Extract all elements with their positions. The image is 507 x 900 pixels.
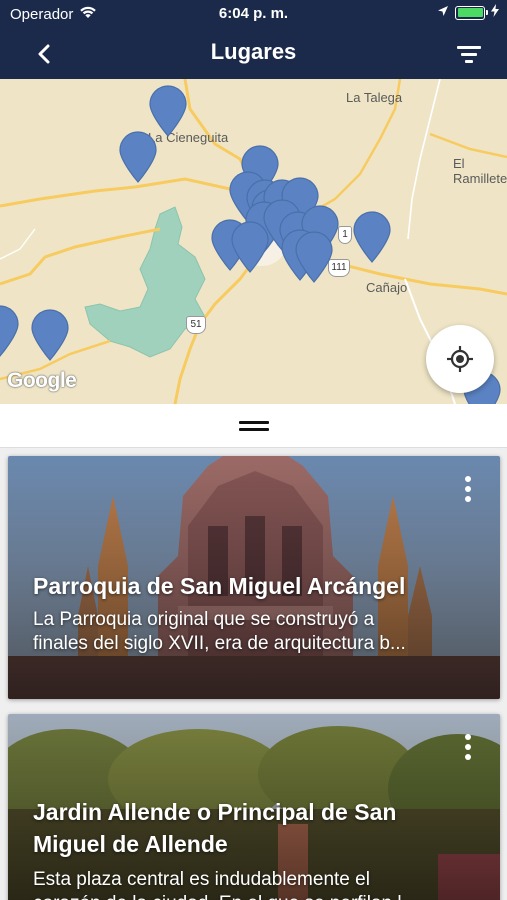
card-menu-button[interactable] [458,732,478,762]
filter-lines-icon [457,46,481,63]
drag-handle-icon[interactable] [238,420,269,431]
more-vertical-icon [465,734,471,740]
place-title-line1: Jardin Allende o Principal de San [33,799,397,825]
card-menu-button[interactable] [458,474,478,504]
navigation-bar: Lugares [0,28,507,79]
route-shield-1: 1 [338,226,352,244]
place-card[interactable]: Parroquia de San Miguel Arcángel La Parr… [8,456,500,699]
charging-bolt-icon [491,4,499,21]
map-label-canajo: Cañajo [366,280,408,295]
location-arrow-icon [437,4,449,21]
status-time: 6:04 p. m. [218,5,289,22]
map-pin-icon[interactable] [30,309,70,361]
map-label-la-talega: La Talega [346,90,403,105]
google-attribution: Google [7,369,77,392]
map-pin-icon[interactable] [0,305,20,357]
places-list[interactable]: Parroquia de San Miguel Arcángel La Parr… [0,448,507,900]
back-button[interactable] [28,38,60,70]
more-vertical-icon [465,476,471,482]
place-description-line2: corazón de la ciudad. En el que se perfi… [33,892,450,900]
crosshair-locate-icon [447,346,473,372]
map-pin-icon[interactable] [352,211,392,263]
battery-icon [455,5,488,20]
map-label-el-ramillete: El Ramillete [453,156,507,186]
place-card[interactable]: Jardin Allende o Principal de San Miguel… [8,714,500,900]
route-shield-51: 51 [186,316,206,334]
filter-button[interactable] [453,38,485,70]
page-title: Lugares [210,39,297,64]
map-pin-icon[interactable] [148,85,188,137]
place-description-line1: Esta plaza central es indudablemente el [33,869,370,890]
place-title: Parroquia de San Miguel Arcángel [33,573,406,599]
place-description-line2: finales del siglo XVII, era de arquitect… [33,633,406,654]
status-right [437,4,499,21]
map-pin-icon[interactable] [294,231,334,283]
chevron-left-icon [38,44,50,64]
drawer-handle-bar[interactable] [0,404,507,448]
map-pin-icon[interactable] [118,131,158,183]
locate-me-button[interactable] [426,325,494,393]
map-view[interactable]: La Talega La Cieneguita El Ramillete Cañ… [0,79,507,404]
place-description-line1: La Parroquia original que se construyó a [33,609,375,630]
status-bar: Operador 6:04 p. m. [0,0,507,28]
map-pin-icon[interactable] [230,221,270,273]
place-title-line2: Miguel de Allende [33,831,228,857]
